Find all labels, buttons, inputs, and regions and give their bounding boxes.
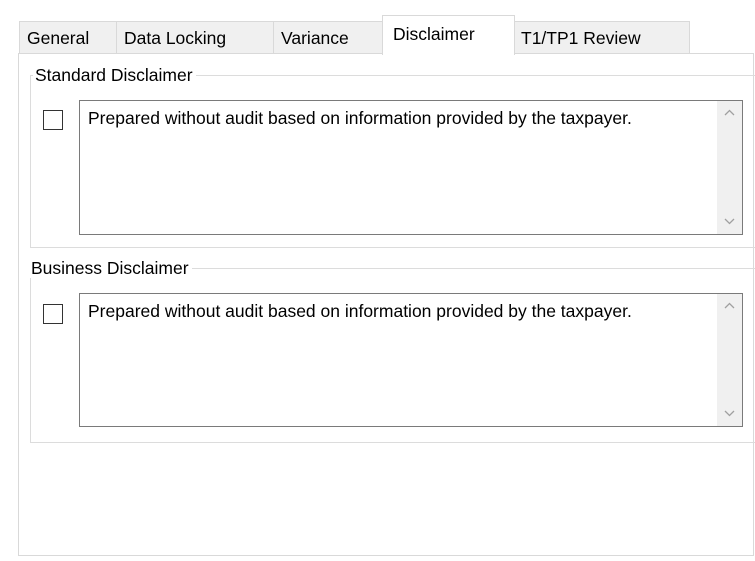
tab-data-locking-label: Data Locking [124, 28, 227, 48]
tab-disclaimer-label: Disclaimer [393, 24, 475, 44]
tab-variance[interactable]: Variance [273, 21, 383, 55]
standard-disclaimer-scrollbar[interactable] [717, 101, 742, 234]
business-disclaimer-text: Prepared without audit based on informat… [88, 301, 632, 321]
chevron-up-icon[interactable] [717, 102, 742, 124]
business-disclaimer-checkbox[interactable] [43, 304, 63, 324]
tab-data-locking[interactable]: Data Locking [116, 21, 274, 55]
business-disclaimer-textarea[interactable]: Prepared without audit based on informat… [79, 293, 743, 427]
tab-disclaimer[interactable]: Disclaimer [382, 15, 515, 55]
standard-disclaimer-title: Standard Disclaimer [33, 65, 196, 85]
standard-disclaimer-checkbox[interactable] [43, 110, 63, 130]
business-disclaimer-title: Business Disclaimer [29, 258, 192, 278]
tab-variance-label: Variance [281, 28, 349, 48]
tab-general[interactable]: General [19, 21, 117, 55]
business-disclaimer-scrollbar[interactable] [717, 294, 742, 426]
tab-t1-tp1-review-label: T1/TP1 Review [521, 28, 641, 48]
chevron-up-icon[interactable] [717, 295, 742, 317]
standard-disclaimer-text: Prepared without audit based on informat… [88, 108, 632, 128]
tab-general-label: General [27, 28, 90, 48]
chevron-down-icon[interactable] [717, 211, 742, 233]
standard-disclaimer-textarea[interactable]: Prepared without audit based on informat… [79, 100, 743, 235]
tab-t1-tp1-review[interactable]: T1/TP1 Review [514, 21, 690, 55]
disclaimer-tab-panel: Standard Disclaimer Prepared without aud… [18, 53, 755, 556]
settings-dialog: General Data Locking Variance Disclaimer… [0, 0, 755, 561]
chevron-down-icon[interactable] [717, 403, 742, 425]
